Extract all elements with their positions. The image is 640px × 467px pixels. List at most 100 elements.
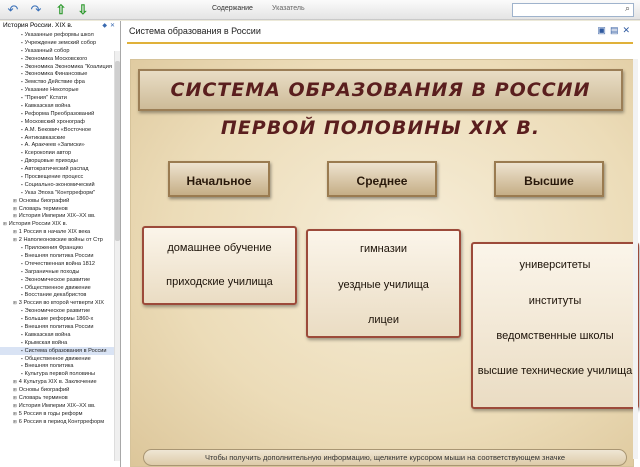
page-icon: ▪	[21, 189, 23, 195]
tree-item[interactable]: ⊞ 3 Россия во второй четверти XIX	[0, 299, 120, 307]
sidebar-scrollbar-thumb[interactable]	[115, 61, 120, 241]
tree-item-label: Крымская война	[24, 339, 68, 346]
tree-item[interactable]: ▪ Приложения Францию	[0, 244, 120, 252]
tree-item-label: Московский хронограф	[24, 118, 85, 125]
tree-item[interactable]: ▪ Ксерокопии автор	[0, 149, 120, 157]
tree-item[interactable]: ⊞ 6 Россия в период Контрреформ	[0, 418, 120, 426]
tree-item[interactable]: ▪ Реформа Преобразований	[0, 110, 120, 118]
page-icon: ▪	[21, 308, 23, 314]
tree-item-label: Общественное движение	[24, 284, 91, 291]
sidebar-header-icons[interactable]: ◆✕	[102, 21, 118, 31]
tree-item[interactable]: ▪ Заграничные походы	[0, 268, 120, 276]
tree-item[interactable]: ▪ Восстание декабристов	[0, 291, 120, 299]
forward-icon[interactable]: ↷	[28, 2, 44, 18]
tree-item[interactable]: ⊞ 1 Россия в начале XIX века	[0, 228, 120, 236]
tree-item-label: Система образования в России	[24, 347, 107, 354]
tree-item[interactable]: ▪ Антикавказские	[0, 134, 120, 142]
tree-item[interactable]: ▪ "Прения" Кстати	[0, 94, 120, 102]
tree-item[interactable]: ▪ Указание Некоторые	[0, 86, 120, 94]
tree-item[interactable]: ⊞ Основы биографий	[0, 197, 120, 205]
tab-index[interactable]: Указатель	[272, 5, 305, 12]
arrow-down-icon[interactable]: ⇩	[75, 2, 91, 18]
page-icon: ▪	[21, 150, 23, 156]
level-button-primary[interactable]: Начальное	[168, 161, 270, 197]
page-icon: ▪	[21, 47, 23, 53]
tree-item[interactable]: ⊞ 2 Наполеоновские войны от Стр	[0, 236, 120, 244]
tree-item[interactable]: ▪ Социально-экономический	[0, 181, 120, 189]
tree-item[interactable]: ▪ Дворцовые приходы	[0, 157, 120, 165]
tree-item[interactable]: ▪ Большие реформы 1860-х	[0, 315, 120, 323]
page-icon: ▪	[21, 252, 23, 258]
tree-item[interactable]: ▪ Учреждение земский собор	[0, 39, 120, 47]
list-item[interactable]: институты	[473, 295, 637, 308]
tree-item[interactable]: ▪ Земство Действие фра	[0, 78, 120, 86]
tree-item[interactable]: ▪ А.М. Бекович «Восточное	[0, 126, 120, 134]
tree-item[interactable]: ⊞ 5 Россия в годы реформ	[0, 410, 120, 418]
tree-item[interactable]: ▪ Отечественная война 1812	[0, 260, 120, 268]
tree-item[interactable]: ⊞ История России XIX в.	[0, 220, 120, 228]
tree-item[interactable]: ▪ Кавказская война	[0, 331, 120, 339]
tree-item[interactable]: ▪ Экономическое развитие	[0, 307, 120, 315]
tree-item-label: "Прения" Кстати	[24, 95, 67, 102]
tree-item-label: Антикавказские	[24, 134, 66, 141]
search-icon[interactable]: ⌕	[625, 3, 630, 14]
tree-item[interactable]: ▪ Система образования в России	[0, 346, 120, 355]
list-item[interactable]: высшие технические училища	[473, 365, 637, 378]
list-item[interactable]: гимназии	[308, 243, 459, 256]
back-icon[interactable]: ↶	[5, 2, 21, 18]
arrow-up-icon[interactable]: ⇧	[53, 2, 69, 18]
tree-item[interactable]: ▪ Экономическое развитие	[0, 276, 120, 284]
tree-item[interactable]: ▪ Внешняя политика России	[0, 252, 120, 260]
tree-item[interactable]: ⊞ Словарь терминов	[0, 394, 120, 402]
tree-item[interactable]: ▪ Внешняя политика	[0, 362, 120, 370]
tree-item[interactable]: ▪ А. Аракчеев «Записки»	[0, 141, 120, 149]
tree-item[interactable]: ▪ Крымская война	[0, 339, 120, 347]
page-icon: ▪	[21, 32, 23, 37]
tree-item[interactable]: ▪ Просвещение процесс	[0, 173, 120, 181]
save-icon[interactable]: ▣	[597, 25, 610, 35]
tree-item[interactable]: ▪ Экономика Экономика "Коалиция	[0, 63, 120, 71]
tree-item[interactable]: ⊞ 4 Культура XIX в. Заключение	[0, 378, 120, 386]
page-icon: ▪	[21, 79, 23, 85]
level-button-higher[interactable]: Высшие	[494, 161, 604, 197]
list-item[interactable]: лицеи	[308, 314, 459, 327]
page-icon: ▪	[21, 363, 23, 369]
page-icon: ▪	[21, 87, 23, 93]
page-icon: ▪	[21, 355, 23, 361]
tree-item[interactable]: ▪ Культура первой половины	[0, 370, 120, 378]
tree-item[interactable]: ⊞ История Империи XIX–XX вв.	[0, 212, 120, 220]
page-icon: ▪	[21, 174, 23, 180]
print-icon[interactable]: ▤	[610, 25, 623, 35]
list-item[interactable]: ведомственные школы	[473, 330, 637, 343]
tree-item[interactable]: ▪ Указанный собор	[0, 47, 120, 55]
tree-item[interactable]: ⊞ Основы биографий	[0, 386, 120, 394]
list-item[interactable]: уездные училища	[308, 279, 459, 292]
list-item[interactable]: приходские училища	[144, 276, 295, 289]
tree-item[interactable]: ▪ Общественное движение	[0, 355, 120, 363]
page-icon: ▪	[21, 95, 23, 101]
tree-item[interactable]: ▪ Экономика Московского	[0, 55, 120, 63]
search-input[interactable]	[512, 3, 634, 17]
page-icon: ▪	[21, 126, 23, 132]
tree-item[interactable]: ▪ Кавказская война	[0, 102, 120, 110]
list-item[interactable]: домашнее обучение	[144, 242, 295, 255]
tree-item[interactable]: ▪ Экономика Финансовые	[0, 70, 120, 78]
level-button-secondary[interactable]: Среднее	[327, 161, 437, 197]
tree-item[interactable]: ⊞ Словарь терминов	[0, 205, 120, 213]
tree-item[interactable]: ▪ Внешняя политика России	[0, 323, 120, 331]
tree-item-label: Общественное движение	[24, 355, 91, 362]
tree-item[interactable]: ▪ Автократический распад	[0, 165, 120, 173]
tree-item[interactable]: ⊞ История Империи XIX–XX вв.	[0, 402, 120, 410]
tree-item[interactable]: ▪ Указ Эпоха "Контрреформ"	[0, 189, 120, 197]
tree-item[interactable]: ▪ Московский хронограф	[0, 118, 120, 126]
page-icon: ▪	[21, 245, 23, 251]
content-scrollbar[interactable]	[633, 59, 638, 459]
tree-item[interactable]: ▪ Общественное движение	[0, 284, 120, 292]
tab-contents[interactable]: Содержание	[212, 5, 253, 12]
tree-item[interactable]: ▪ Указанные реформы школ	[0, 31, 120, 39]
close-icon[interactable]: ✕	[622, 25, 634, 35]
page-icon: ▪	[21, 134, 23, 140]
list-item[interactable]: университеты	[473, 259, 637, 272]
book-icon: ⊞	[13, 237, 17, 243]
tree-item-label: История России XIX в.	[8, 221, 68, 228]
